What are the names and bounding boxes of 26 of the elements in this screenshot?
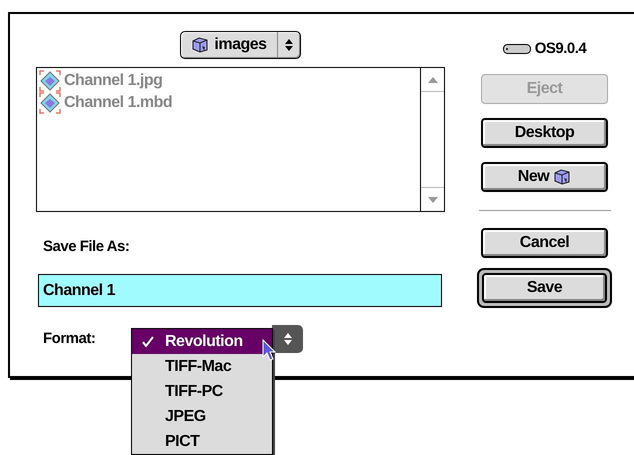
- folder-icon: [553, 169, 572, 185]
- format-label: Format:: [43, 328, 96, 349]
- folder-popup[interactable]: images: [180, 31, 301, 59]
- menu-item[interactable]: Revolution: [132, 329, 272, 354]
- scrollbar[interactable]: [420, 68, 444, 211]
- scroll-up-icon[interactable]: [428, 76, 438, 82]
- folder-icon: [191, 37, 210, 53]
- document-icon: [39, 92, 61, 114]
- scroll-down-icon[interactable]: [428, 196, 438, 202]
- save-as-label: Save File As:: [43, 238, 130, 256]
- menu-item[interactable]: TIFF-PC: [132, 379, 272, 404]
- format-popup-arrows[interactable]: [272, 325, 304, 353]
- menu-item[interactable]: PICT: [132, 429, 272, 454]
- mouse-pointer-icon: [262, 339, 276, 361]
- dialog-button[interactable]: Cancel: [481, 228, 608, 258]
- dialog-button[interactable]: Save: [482, 273, 607, 303]
- menu-item[interactable]: TIFF-Mac: [132, 354, 272, 379]
- checkmark-icon: [142, 336, 154, 347]
- popup-arrows-icon: [282, 332, 293, 346]
- popup-arrows-icon: [284, 38, 294, 52]
- file-name-field[interactable]: Channel 1: [38, 274, 442, 307]
- document-icon: [39, 70, 61, 92]
- dialog-button[interactable]: Desktop: [481, 118, 608, 148]
- volume-name: OS9.0.4: [534, 38, 586, 59]
- new-folder-button[interactable]: New: [481, 162, 608, 192]
- menu-item[interactable]: JPEG: [132, 404, 272, 429]
